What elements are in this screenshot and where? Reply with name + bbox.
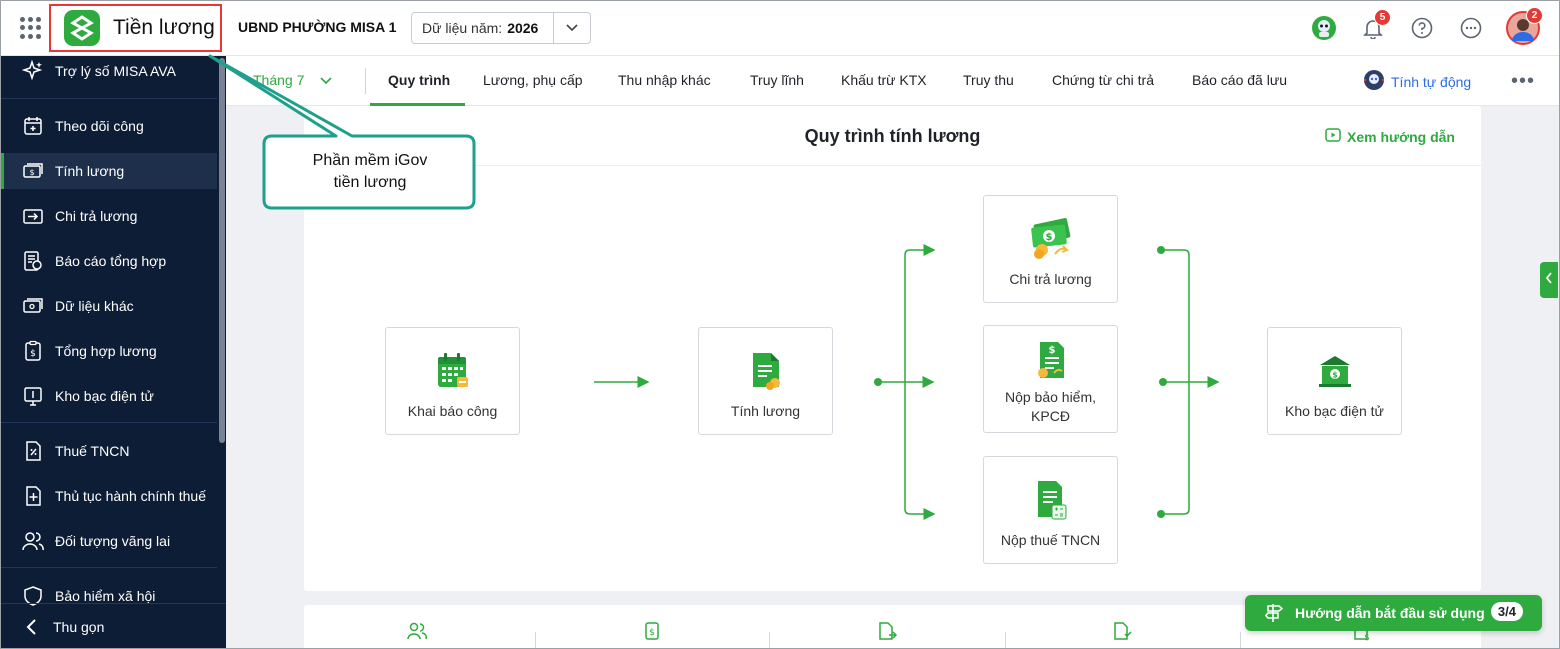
callout-line2: tiền lương	[333, 174, 407, 191]
callout-bubble	[208, 54, 476, 210]
callout-line1: Phần mềm iGov	[312, 152, 428, 169]
start-guide-button[interactable]: Hướng dẫn bắt đầu sử dụng 3/4	[1245, 595, 1542, 631]
signpost-icon	[1265, 603, 1283, 623]
chevron-left-icon	[1545, 271, 1553, 289]
callout-text: Phần mềm iGov tiền lương	[270, 150, 470, 194]
start-guide-label: Hướng dẫn bắt đầu sử dụng	[1295, 605, 1485, 621]
expand-panel-tab[interactable]	[1540, 262, 1558, 298]
start-guide-step-badge: 3/4	[1490, 602, 1523, 621]
